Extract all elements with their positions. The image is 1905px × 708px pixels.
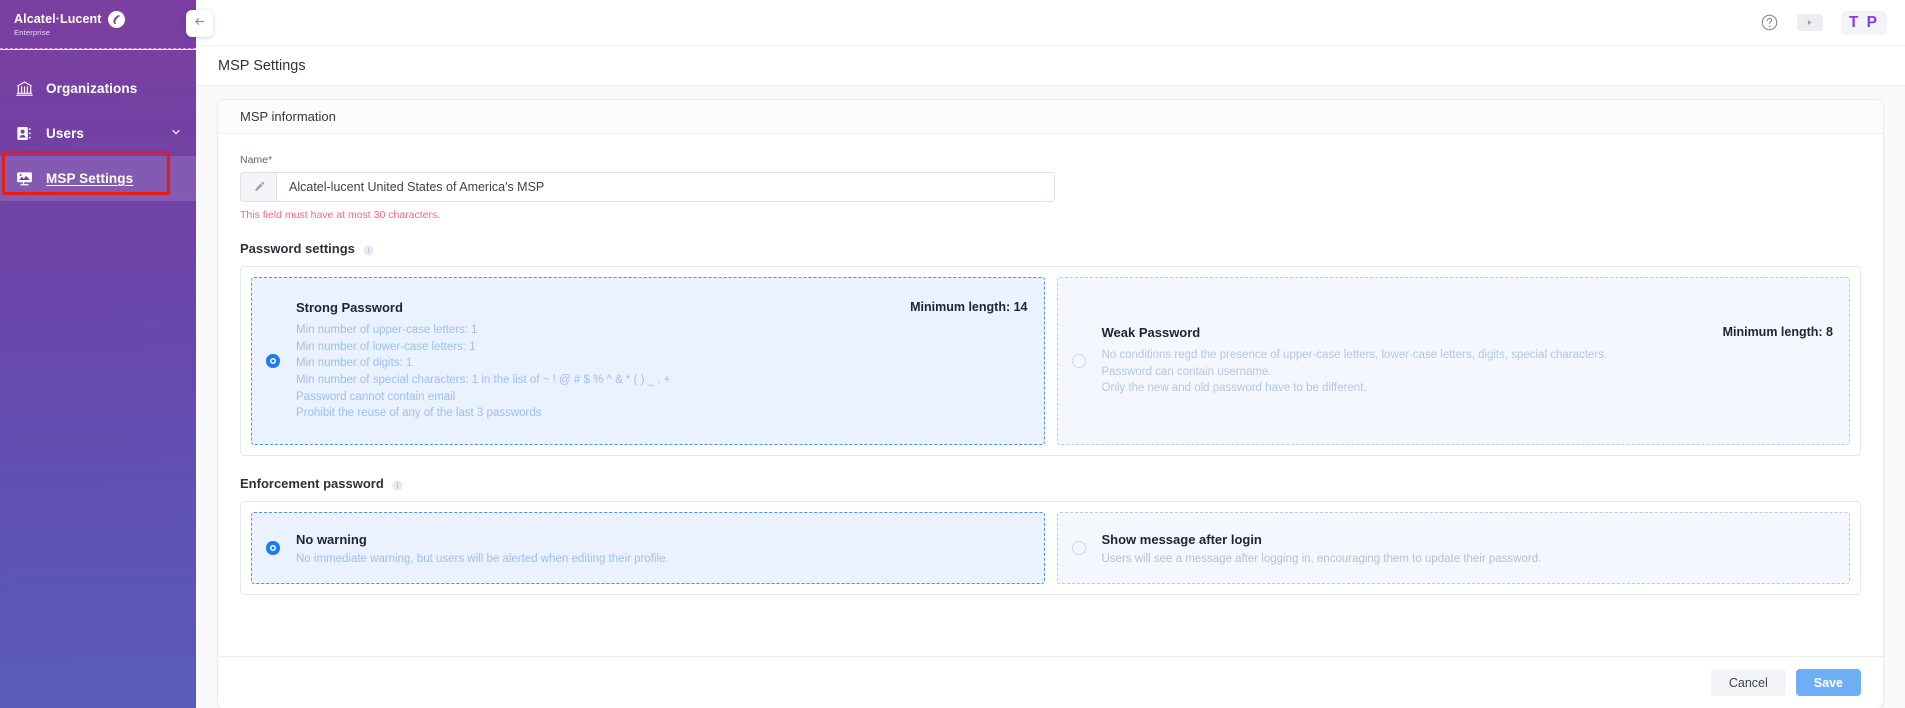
name-input[interactable]: Alcatel-lucent United States of America'… bbox=[276, 172, 1055, 202]
app-root: Alcatel·Lucent Enterprise Organizations bbox=[0, 0, 1905, 708]
radio-weak-password[interactable] bbox=[1071, 354, 1086, 368]
avatar[interactable]: T P bbox=[1840, 10, 1887, 35]
msp-information-panel: MSP information Name* Alcatel-lucent Uni… bbox=[218, 100, 1883, 708]
option-description: Users will see a message after logging i… bbox=[1101, 552, 1542, 565]
option-weak-password[interactable]: Weak Password Minimum length: 8 No condi… bbox=[1056, 277, 1850, 445]
save-button[interactable]: Save bbox=[1795, 669, 1861, 696]
option-strong-password[interactable]: Strong Password Minimum length: 14 Min n… bbox=[251, 277, 1045, 445]
brand-name: Alcatel·Lucent bbox=[14, 12, 102, 26]
password-settings-header: Password settings bbox=[240, 241, 1861, 256]
topbar: T P bbox=[196, 0, 1905, 46]
info-circle-icon[interactable] bbox=[392, 478, 403, 491]
option-min-length: Minimum length: 8 bbox=[1722, 324, 1833, 339]
option-description: No immediate warning, but users will be … bbox=[296, 552, 669, 565]
user-card-icon bbox=[14, 124, 34, 144]
panel-body: Name* Alcatel-lucent United States of Am… bbox=[218, 134, 1883, 642]
chevron-down-icon[interactable] bbox=[170, 125, 182, 143]
option-show-message-after-login[interactable]: Show message after login Users will see … bbox=[1056, 512, 1850, 584]
sidebar-item-organizations[interactable]: Organizations bbox=[0, 66, 196, 111]
monitor-icon bbox=[14, 169, 34, 189]
sidebar-nav: Organizations Users MSP Settings bbox=[0, 50, 196, 201]
enforcement-password-options: No warning No immediate warning, but use… bbox=[240, 501, 1861, 595]
required-marker: * bbox=[268, 154, 273, 166]
name-field-group: Name* Alcatel-lucent United States of Am… bbox=[240, 154, 1861, 221]
main-area: T P MSP Settings MSP information Name* A… bbox=[196, 0, 1905, 708]
option-content: Weak Password Minimum length: 8 No condi… bbox=[1102, 325, 1834, 398]
panel-header: MSP information bbox=[218, 100, 1883, 134]
password-settings-options: Strong Password Minimum length: 14 Min n… bbox=[240, 266, 1861, 456]
sidebar-item-label: Users bbox=[46, 126, 85, 141]
option-rule: Min number of digits: 1 bbox=[296, 357, 413, 370]
option-rule: Min number of upper-case letters: 1 bbox=[296, 324, 478, 337]
cancel-button[interactable]: Cancel bbox=[1710, 669, 1786, 696]
panel-header-title: MSP information bbox=[240, 109, 336, 124]
page-header: MSP Settings bbox=[196, 46, 1905, 86]
option-min-length: Minimum length: 14 bbox=[910, 299, 1028, 314]
name-label-text: Name bbox=[240, 154, 269, 166]
option-rule: Min number of lower-case letters: 1 bbox=[296, 340, 476, 353]
option-rule: Only the new and old password have to be… bbox=[1101, 382, 1367, 395]
option-rule: Min number of special characters: 1 in t… bbox=[296, 374, 671, 386]
content-scroll-area: MSP information Name* Alcatel-lucent Uni… bbox=[196, 86, 1905, 708]
option-rule: Prohibit the reuse of any of the last 3 … bbox=[296, 407, 542, 420]
brand-name-row: Alcatel·Lucent bbox=[14, 11, 125, 29]
sidebar-item-label: Organizations bbox=[46, 81, 138, 96]
radio-strong-password[interactable] bbox=[266, 354, 280, 368]
option-header: Strong Password Minimum length: 14 bbox=[296, 300, 1028, 315]
option-rule: Password can contain username. bbox=[1101, 365, 1272, 378]
sidebar-item-label: MSP Settings bbox=[46, 171, 134, 186]
play-tour-button[interactable] bbox=[1796, 14, 1823, 32]
sidebar-item-msp-settings[interactable]: MSP Settings bbox=[0, 156, 196, 201]
radio-no-warning[interactable] bbox=[266, 541, 280, 555]
brand-logo-block[interactable]: Alcatel·Lucent Enterprise bbox=[0, 0, 196, 48]
option-title: Strong Password bbox=[296, 299, 403, 315]
option-content: Show message after login Users will see … bbox=[1102, 532, 1834, 565]
option-rule: No conditions regd the presence of upper… bbox=[1101, 349, 1608, 362]
sidebar: Alcatel·Lucent Enterprise Organizations bbox=[0, 0, 213, 708]
option-rules-list: Min number of upper-case letters: 1 Min … bbox=[296, 323, 1028, 422]
option-title: Weak Password bbox=[1101, 324, 1201, 340]
option-rules-list: No conditions regd the presence of upper… bbox=[1102, 348, 1834, 398]
play-triangle-icon bbox=[1805, 14, 1814, 32]
enforcement-password-title: Enforcement password bbox=[240, 476, 384, 491]
pencil-edit-icon[interactable] bbox=[240, 172, 276, 202]
sidebar-item-users[interactable]: Users bbox=[0, 111, 196, 156]
option-content: No warning No immediate warning, but use… bbox=[296, 532, 1028, 565]
radio-show-message-after-login[interactable] bbox=[1071, 541, 1086, 555]
option-rule: Password cannot contain email bbox=[296, 390, 456, 403]
name-field-label: Name* bbox=[240, 154, 1861, 166]
alcatel-lucent-logo-icon bbox=[107, 11, 125, 29]
option-content: Strong Password Minimum length: 14 Min n… bbox=[296, 300, 1028, 422]
collapse-left-arrow-icon bbox=[193, 15, 206, 33]
password-settings-title: Password settings bbox=[240, 241, 355, 256]
name-input-row: Alcatel-lucent United States of America'… bbox=[240, 172, 1055, 202]
brand-text: Alcatel·Lucent Enterprise bbox=[14, 11, 125, 37]
option-title: No warning bbox=[296, 531, 367, 547]
bank-icon bbox=[14, 79, 34, 99]
info-circle-icon[interactable] bbox=[363, 243, 374, 256]
option-header: Weak Password Minimum length: 8 bbox=[1102, 325, 1834, 340]
name-field-error: This field must have at most 30 characte… bbox=[240, 209, 441, 221]
option-no-warning[interactable]: No warning No immediate warning, but use… bbox=[251, 512, 1045, 584]
sidebar-collapse-button[interactable] bbox=[186, 10, 213, 37]
help-circle-icon[interactable] bbox=[1760, 13, 1779, 32]
option-title: Show message after login bbox=[1101, 531, 1262, 547]
panel-footer: Cancel Save bbox=[218, 656, 1883, 708]
page-title: MSP Settings bbox=[218, 57, 306, 74]
enforcement-password-header: Enforcement password bbox=[240, 476, 1861, 491]
brand-subtitle: Enterprise bbox=[14, 28, 51, 38]
